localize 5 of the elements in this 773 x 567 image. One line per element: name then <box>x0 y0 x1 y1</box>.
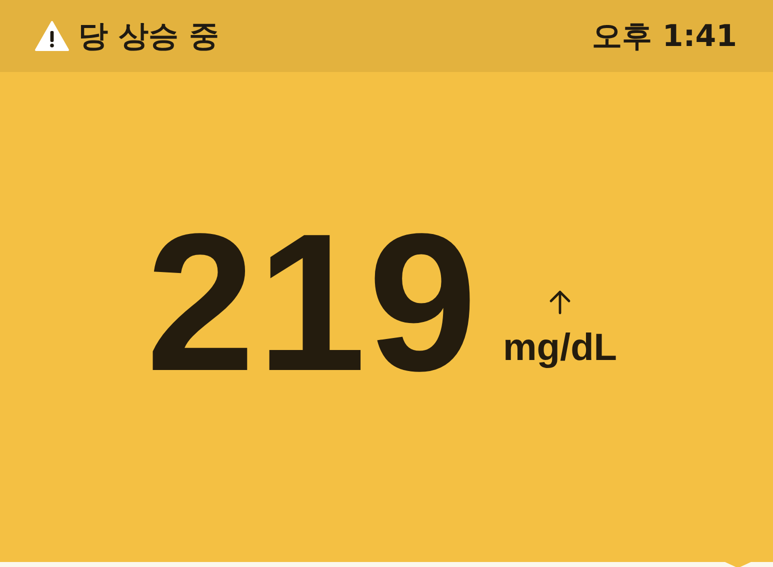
clock-time: 오후 1:41 <box>592 18 737 56</box>
alert-text: 당 상승 중 <box>78 18 219 56</box>
glucose-value: 219 <box>146 205 480 401</box>
warning-icon <box>34 20 70 52</box>
unit-label: mg/dL <box>503 329 617 367</box>
